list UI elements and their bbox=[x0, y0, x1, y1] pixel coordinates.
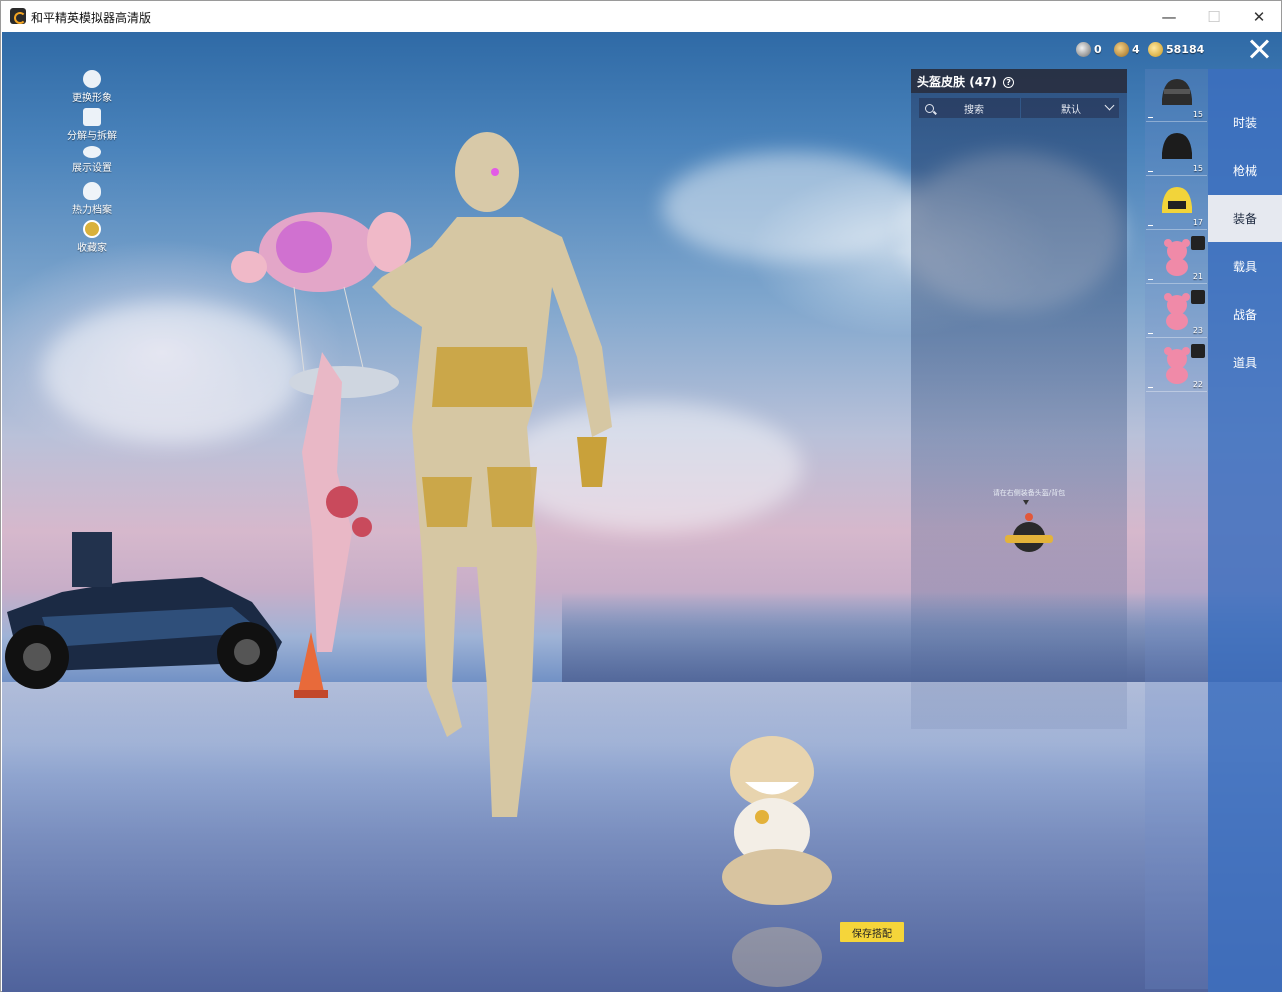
app-logo-icon bbox=[10, 8, 26, 24]
sort-dropdown[interactable]: 默认 bbox=[1021, 98, 1119, 118]
item-marker bbox=[1148, 225, 1153, 226]
character-mummy bbox=[372, 132, 612, 817]
panel-title: 头盔皮肤 bbox=[917, 75, 966, 89]
bronze-coin-icon bbox=[1114, 42, 1129, 57]
item-slot[interactable]: 15 bbox=[1146, 123, 1207, 176]
menu-label: 收藏家 bbox=[77, 243, 107, 254]
help-icon[interactable]: ? bbox=[1003, 77, 1015, 88]
item-marker bbox=[1148, 333, 1153, 334]
game-viewport: 更换形象 分解与拆解 展示设置 热力档案 收藏家 0 4 58184 头盔皮肤 … bbox=[2, 32, 1282, 992]
item-level: 17 bbox=[1192, 218, 1203, 227]
item-slot[interactable]: 15 bbox=[1146, 69, 1207, 122]
item-level: 15 bbox=[1192, 110, 1203, 119]
menu-display-settings[interactable]: 展示设置 bbox=[60, 146, 124, 174]
tab-supplies[interactable]: 战备 bbox=[1208, 291, 1282, 338]
currency-gold: 58184 bbox=[1148, 42, 1204, 57]
menu-label: 分解与拆解 bbox=[67, 131, 117, 142]
yellow-helmet-icon bbox=[1162, 187, 1192, 213]
currency-value: 0 bbox=[1094, 43, 1102, 56]
menu-decompose[interactable]: 分解与拆解 bbox=[60, 108, 124, 142]
tab-props[interactable]: 道具 bbox=[1208, 339, 1282, 386]
save-outfit-button[interactable]: 保存搭配 bbox=[840, 922, 904, 942]
menu-change-appearance[interactable]: 更换形象 bbox=[60, 70, 124, 104]
item-level: 22 bbox=[1192, 380, 1203, 389]
search-button[interactable]: 搜索 bbox=[919, 98, 1020, 118]
equip-hint: 请在右侧装备头盔/背包 bbox=[992, 489, 1066, 497]
pet-companion bbox=[722, 736, 832, 987]
item-marker bbox=[1148, 279, 1153, 280]
gold-coin-icon bbox=[1148, 42, 1163, 57]
tab-guns[interactable]: 枪械 bbox=[1208, 147, 1282, 194]
sort-label: 默认 bbox=[1061, 104, 1081, 116]
race-car bbox=[5, 532, 282, 689]
close-icon[interactable] bbox=[1245, 37, 1275, 63]
title-bar: 和平精英模拟器高清版 — ☐ ✕ bbox=[1, 1, 1281, 32]
tab-equipment[interactable]: 装备 bbox=[1208, 195, 1282, 242]
preview-helmet[interactable] bbox=[1001, 509, 1057, 565]
currency-value: 4 bbox=[1132, 43, 1140, 56]
tab-vehicles[interactable]: 载具 bbox=[1208, 243, 1282, 290]
eye-icon bbox=[83, 146, 101, 158]
currency-silver: 0 bbox=[1076, 42, 1102, 57]
currency-value: 58184 bbox=[1166, 43, 1205, 56]
helmet-skin-panel: 头盔皮肤 (47) ? 搜索 默认 请在右侧装备头盔/背包 bbox=[911, 69, 1127, 729]
item-list: 15 15 17 21 23 22 bbox=[1145, 69, 1208, 989]
black-helmet-icon bbox=[1162, 79, 1192, 105]
item-marker bbox=[1148, 387, 1153, 388]
item-slot[interactable]: 17 bbox=[1146, 177, 1207, 230]
menu-heat-archive[interactable]: 热力档案 bbox=[60, 182, 124, 216]
window-title: 和平精英模拟器高清版 bbox=[31, 11, 152, 25]
person-icon bbox=[83, 70, 101, 88]
collector-badge-icon bbox=[83, 220, 101, 238]
flame-icon bbox=[83, 182, 101, 200]
panel-header: 头盔皮肤 (47) ? bbox=[911, 69, 1127, 93]
silver-coin-icon bbox=[1076, 42, 1091, 57]
item-badge-icon bbox=[1191, 290, 1205, 304]
item-badge-icon bbox=[1191, 344, 1205, 358]
search-icon bbox=[925, 103, 934, 113]
close-window-button[interactable]: ✕ bbox=[1236, 1, 1282, 32]
chevron-down-icon bbox=[1104, 100, 1115, 111]
item-slot[interactable]: 22 bbox=[1146, 339, 1207, 392]
menu-label: 热力档案 bbox=[72, 205, 112, 216]
item-level: 23 bbox=[1192, 326, 1203, 335]
menu-label: 更换形象 bbox=[72, 93, 112, 104]
item-level: 21 bbox=[1192, 272, 1203, 281]
cloud bbox=[662, 152, 922, 262]
menu-collector[interactable]: 收藏家 bbox=[60, 220, 124, 254]
category-nav: 时装 枪械 装备 载具 战备 道具 bbox=[1208, 69, 1282, 992]
item-marker bbox=[1148, 171, 1153, 172]
black-helmet-icon bbox=[1162, 133, 1192, 159]
currency-bronze: 4 bbox=[1114, 42, 1140, 57]
item-slot[interactable]: 23 bbox=[1146, 285, 1207, 338]
search-label: 搜索 bbox=[964, 104, 984, 116]
minimize-button[interactable]: — bbox=[1146, 1, 1192, 32]
skin-count: (47) bbox=[969, 75, 997, 89]
item-badge-icon bbox=[1191, 236, 1205, 250]
app-window: 和平精英模拟器高清版 — ☐ ✕ 更换形象 分解与拆解 展示设置 热力档案 收藏… bbox=[0, 0, 1282, 992]
item-slot[interactable]: 21 bbox=[1146, 231, 1207, 284]
tab-outfit[interactable]: 时装 bbox=[1208, 99, 1282, 146]
maximize-button[interactable]: ☐ bbox=[1191, 1, 1237, 32]
item-marker bbox=[1148, 117, 1153, 118]
pointer-arrow-icon bbox=[1023, 500, 1029, 505]
item-level: 15 bbox=[1192, 164, 1203, 173]
puzzle-icon bbox=[83, 108, 101, 126]
menu-label: 展示设置 bbox=[72, 163, 112, 174]
